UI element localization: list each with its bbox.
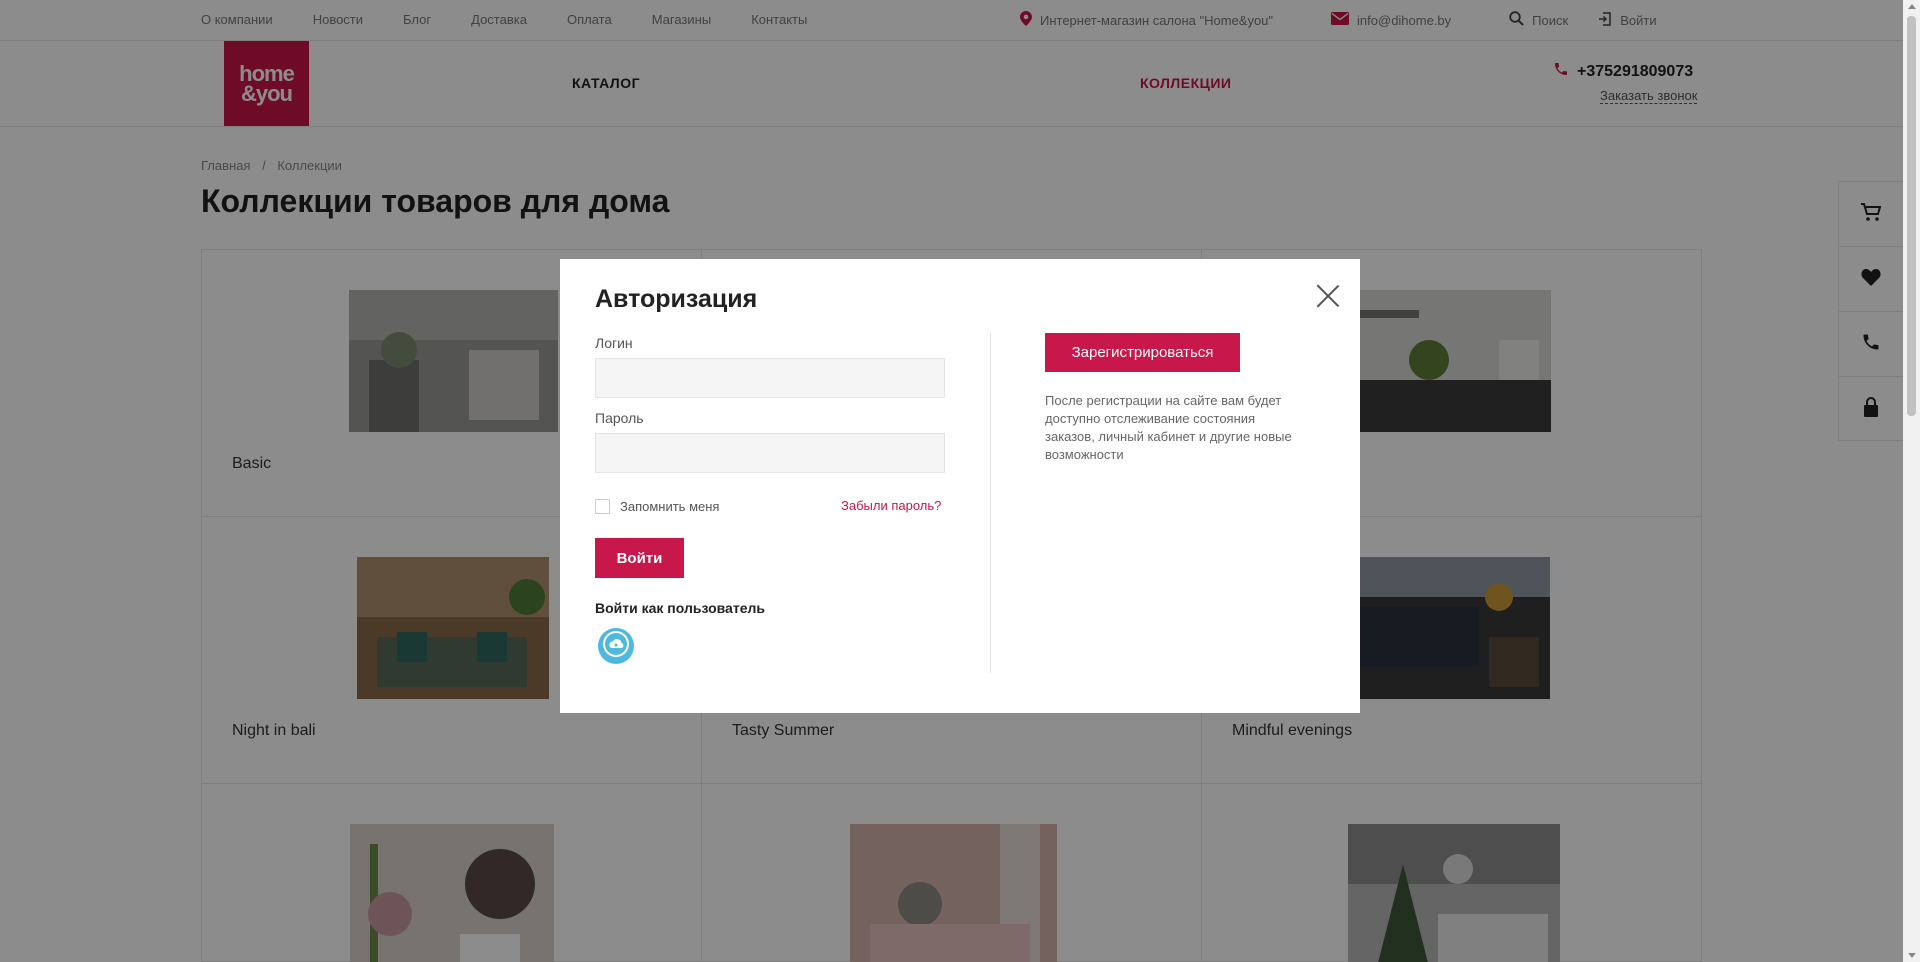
social-login-button[interactable] [598, 628, 634, 664]
page-scrollbar[interactable] [1903, 0, 1920, 962]
login-field-label: Логин [595, 335, 633, 351]
password-input[interactable] [595, 433, 945, 473]
register-button[interactable]: Зарегистрироваться [1045, 333, 1240, 372]
password-field-label: Пароль [595, 410, 644, 426]
forgot-password-link[interactable]: Забыли пароль? [841, 498, 941, 513]
scroll-up-arrow-icon[interactable] [1908, 4, 1916, 9]
register-note: После регистрации на сайте вам будет дос… [1045, 393, 1292, 462]
login-as-heading: Войти как пользователь [595, 600, 765, 616]
remember-me[interactable]: Запомнить меня [595, 499, 719, 514]
cloud-icon [601, 629, 631, 664]
remember-checkbox[interactable] [595, 499, 610, 514]
remember-label: Запомнить меня [620, 499, 720, 514]
modal-title: Авторизация [595, 285, 758, 313]
scrollbar-thumb[interactable] [1907, 16, 1916, 416]
close-icon[interactable] [1315, 283, 1341, 309]
login-input[interactable] [595, 358, 945, 398]
scroll-down-arrow-icon[interactable] [1908, 953, 1916, 958]
auth-modal: Авторизация Логин Пароль Запомнить меня … [560, 259, 1360, 713]
modal-divider [990, 333, 991, 673]
login-submit-button[interactable]: Войти [595, 538, 684, 578]
